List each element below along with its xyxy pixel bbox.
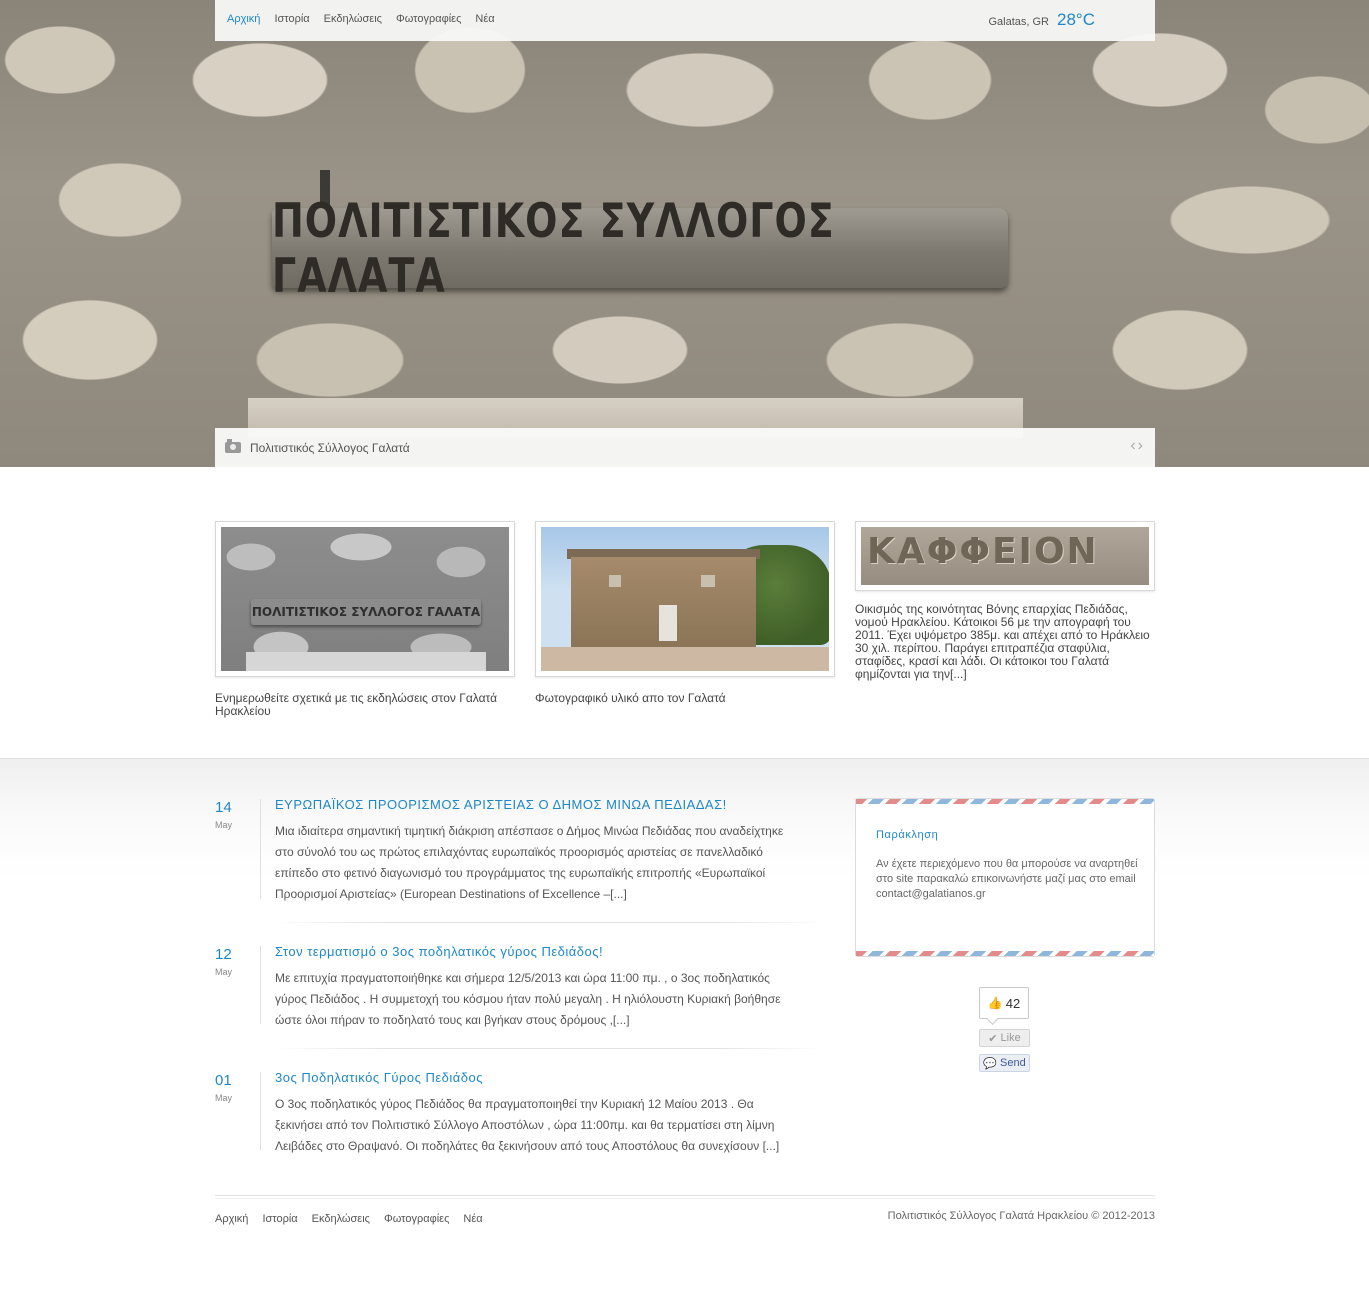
hero-sign-text: ΠΟΛΙΤΙΣΤΙΚΟΣ ΣΥΛΛΟΓΟΣ ΓΑΛΑΤΑ xyxy=(272,193,835,303)
feature-events: ΠΟΛΙΤΙΣΤΙΚΟΣ ΣΥΛΛΟΓΟΣ ΓΑΛΑΤΑ Ενημερωθείτ… xyxy=(215,521,515,718)
nav-item-history[interactable]: Ιστορία xyxy=(274,13,309,25)
post-divider xyxy=(260,946,261,1024)
feature-events-ledge xyxy=(246,652,486,671)
post-excerpt: Ο 3ος ποδηλατικός γύρος Πεδιάδος θα πραγ… xyxy=(275,1097,780,1153)
post-day: 01 xyxy=(215,1072,232,1089)
chevron-left-icon[interactable]: ‹ xyxy=(1130,437,1135,455)
feature-photos-text[interactable]: Φωτογραφικό υλικό απο τον Γαλατά xyxy=(535,692,835,705)
weather-location: Galatas, GR xyxy=(988,16,1050,28)
weather-widget: Galatas, GR 28°C xyxy=(988,10,1095,30)
facebook-like-button[interactable]: ✔ Like xyxy=(979,1029,1030,1047)
like-label: Like xyxy=(1000,1032,1021,1044)
nav-item-photos[interactable]: Φωτογραφίες xyxy=(396,13,461,25)
post-excerpt: Μια ιδιαίτερα σημαντική τιμητική διάκρισ… xyxy=(275,824,784,901)
speech-bubble-icon: 💬 xyxy=(983,1057,997,1070)
feature-history-thumbnail[interactable]: ΚΑΦΦΕΙΟΝ xyxy=(855,521,1155,591)
post-title[interactable]: ΕΥΡΩΠΑΪΚΟΣ ΠΡΟΟΡΙΣΜΟΣ ΑΡΙΣΤΕΙΑΣ Ο ΔΗΜΟΣ … xyxy=(275,797,727,812)
envelope-stripe xyxy=(856,799,1154,804)
feature-history: ΚΑΦΦΕΙΟΝ Οικισμός της κοινότητας Βόνης ε… xyxy=(855,521,1155,681)
post-title[interactable]: Στον τερματισμό ο 3ος ποδηλατικός γύρος … xyxy=(275,944,603,959)
post-date: 14 May xyxy=(215,799,255,830)
house-window xyxy=(701,575,715,587)
post-day: 14 xyxy=(215,799,232,816)
feature-history-text[interactable]: Οικισμός της κοινότητας Βόνης επαρχίας Π… xyxy=(855,603,1155,681)
send-label: Send xyxy=(1000,1057,1026,1069)
post-day: 12 xyxy=(215,946,232,963)
notice-title: Παράκληση xyxy=(876,829,939,841)
nav-item-events[interactable]: Εκδηλώσεις xyxy=(324,13,382,25)
post-date: 12 May xyxy=(215,946,255,977)
post-separator xyxy=(275,1048,825,1049)
footer-nav-history[interactable]: Ιστορία xyxy=(262,1213,297,1225)
footer-nav-news[interactable]: Νέα xyxy=(463,1213,482,1225)
feature-history-image: ΚΑΦΦΕΙΟΝ xyxy=(861,527,1149,585)
nav-item-home[interactable]: Αρχική xyxy=(227,13,260,25)
notice-text: Αν έχετε περιεχόμενο που θα μπορούσε να … xyxy=(876,858,1138,900)
thumbs-up-icon: 👍 xyxy=(987,996,1003,1010)
feature-events-image: ΠΟΛΙΤΙΣΤΙΚΟΣ ΣΥΛΛΟΓΟΣ ΓΑΛΑΤΑ xyxy=(221,527,509,671)
feature-events-thumbnail[interactable]: ΠΟΛΙΤΙΣΤΙΚΟΣ ΣΥΛΛΟΓΟΣ ΓΑΛΑΤΑ xyxy=(215,521,515,677)
ground-shape xyxy=(541,647,829,671)
post-excerpt: Με επιτυχία πραγματοποιήθηκε και σήμερα … xyxy=(275,971,781,1027)
feature-history-sign: ΚΑΦΦΕΙΟΝ xyxy=(867,531,1099,572)
copyright-text: Πολιτιστικός Σύλλογος Γαλατά Ηρακλείου ©… xyxy=(887,1210,1155,1222)
camera-icon xyxy=(225,439,241,453)
post-divider xyxy=(260,799,261,899)
house-window xyxy=(609,575,621,587)
feature-events-text[interactable]: Ενημερωθείτε σχετικά με τις εκδηλώσεις σ… xyxy=(215,692,515,718)
house-door xyxy=(659,605,677,641)
post-title[interactable]: 3ος Ποδηλατικός Γύρος Πεδιάδος xyxy=(275,1070,483,1085)
envelope-stripe xyxy=(856,951,1154,956)
footer-divider xyxy=(215,1195,1155,1199)
footer-nav-home[interactable]: Αρχική xyxy=(215,1213,248,1225)
main-nav: Αρχική Ιστορία Εκδηλώσεις Φωτογραφίες Νέ… xyxy=(227,13,495,25)
slider-caption: Πολιτιστικός Σύλλογος Γαλατά xyxy=(250,441,410,455)
post-separator xyxy=(275,922,825,923)
post-divider xyxy=(260,1072,261,1150)
footer-nav-photos[interactable]: Φωτογραφίες xyxy=(384,1213,449,1225)
feature-photos-image xyxy=(541,527,829,671)
slider-arrows: ‹ › xyxy=(1130,437,1143,455)
check-icon: ✔ xyxy=(988,1032,998,1045)
post-month: May xyxy=(215,967,233,977)
post-date: 01 May xyxy=(215,1072,255,1103)
hero-sign: ΠΟΛΙΤΙΣΤΙΚΟΣ ΣΥΛΛΟΓΟΣ ΓΑΛΑΤΑ xyxy=(272,193,1008,303)
like-count-value: 42 xyxy=(1005,995,1021,1011)
feature-events-sign: ΠΟΛΙΤΙΣΤΙΚΟΣ ΣΥΛΛΟΓΟΣ ΓΑΛΑΤΑ xyxy=(251,599,481,625)
facebook-like-count: 👍 42 xyxy=(979,987,1029,1019)
top-navigation-bar: Αρχική Ιστορία Εκδηλώσεις Φωτογραφίες Νέ… xyxy=(215,0,1155,41)
post-month: May xyxy=(215,1093,233,1103)
footer-nav-events[interactable]: Εκδηλώσεις xyxy=(312,1213,370,1225)
weather-temperature: 28°C xyxy=(1057,10,1095,29)
facebook-send-button[interactable]: 💬 Send xyxy=(979,1054,1030,1072)
feature-photos-thumbnail[interactable] xyxy=(535,521,835,677)
nav-item-news[interactable]: Νέα xyxy=(475,13,494,25)
hero-slider: ΠΟΛΙΤΙΣΤΙΚΟΣ ΣΥΛΛΟΓΟΣ ΓΑΛΑΤΑ xyxy=(0,0,1369,467)
notice-box: Παράκληση Αν έχετε περιεχόμενο που θα μπ… xyxy=(855,798,1155,957)
feature-photos: Φωτογραφικό υλικό απο τον Γαλατά xyxy=(535,521,835,705)
slider-caption-bar: Πολιτιστικός Σύλλογος Γαλατά ‹ › xyxy=(215,428,1155,467)
footer-nav: Αρχική Ιστορία Εκδηλώσεις Φωτογραφίες Νέ… xyxy=(215,1213,483,1225)
post-month: May xyxy=(215,820,233,830)
chevron-right-icon[interactable]: › xyxy=(1138,437,1143,455)
